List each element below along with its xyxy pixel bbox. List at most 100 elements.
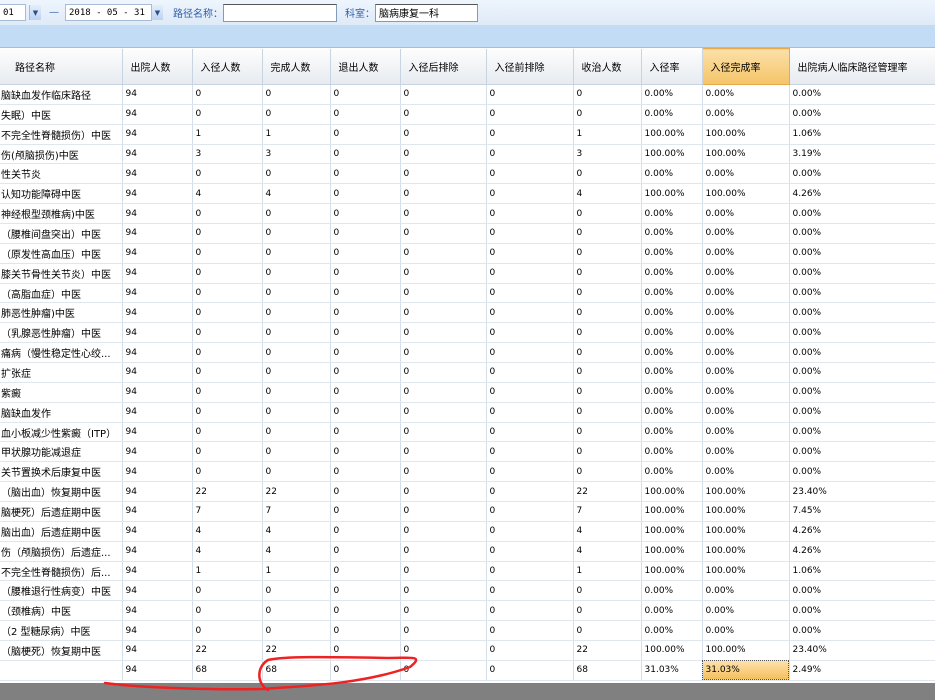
table-row[interactable]: 脑梗死）后遗症期中医 94 7 7 0 0 0 7 100.00% 100.00% 7.45% [0, 501, 935, 522]
table-row[interactable]: 伤（颅脑损伤）后遗症... 94 4 4 0 0 0 4 100.00% 100.00% 4.26% [0, 541, 935, 562]
cell-entry-rate: 0.00% [641, 620, 703, 642]
cell-exited: 0 [330, 104, 401, 125]
cell-path-name: 血小板减少性紫癜（ITP） [0, 422, 123, 443]
table-row[interactable]: 甲状腺功能减退症 94 0 0 0 0 0 0 0.00% 0.00% 0.00% [0, 441, 935, 463]
cell-admitted: 1 [573, 124, 642, 145]
table-row[interactable]: （脑出血）恢复期中医 94 22 22 0 0 0 22 100.00% 100.00% 23.40… [0, 481, 935, 503]
table-row[interactable]: 痛病（慢性稳定性心绞... 94 0 0 0 0 0 0 0.00% 0.00% 0.00% [0, 342, 935, 364]
cell-exited: 0 [330, 422, 401, 443]
cell-entry-rate: 0.00% [641, 243, 703, 264]
table-row[interactable]: 神经根型颈椎病)中医 94 0 0 0 0 0 0 0.00% 0.00% 0.00% [0, 203, 935, 225]
cell-entry-rate: 0.00% [641, 580, 703, 602]
cell-path-name: （原发性高血压）中医 [0, 243, 123, 264]
table-row[interactable]: 认知功能障碍中医 94 4 4 0 0 0 4 100.00% 100.00% 4.26% [0, 183, 935, 205]
cell-completion-rate: 100.00% [702, 183, 790, 205]
column-header-path-name[interactable]: 路径名称 [0, 48, 123, 85]
cell-excluded-before: 0 [486, 580, 574, 602]
table-row[interactable]: （腰椎间盘突出）中医 94 0 0 0 0 0 0 0.00% 0.00% 0.00% [0, 223, 935, 244]
filter-toolbar: 01 ▼ — 2018 - 05 - 31 ▼ 路径名称： 科室： 脑病康复一科 [0, 0, 935, 25]
table-row[interactable]: 不完全性脊髓损伤）后... 94 1 1 0 0 0 1 100.00% 100.00% 1.06% [0, 561, 935, 582]
table-row[interactable]: （高脂血症）中医 94 0 0 0 0 0 0 0.00% 0.00% 0.00% [0, 283, 935, 304]
table-row[interactable]: 膝关节骨性关节炎）中医 94 0 0 0 0 0 0 0.00% 0.00% 0.00% [0, 263, 935, 284]
cell-excluded-after: 0 [400, 580, 487, 602]
cell-path-name: （高脂血症）中医 [0, 283, 123, 304]
table-row[interactable]: 关节置换术后康复中医 94 0 0 0 0 0 0 0.00% 0.00% 0.00% [0, 461, 935, 483]
cell-completed: 0 [262, 600, 331, 622]
table-row[interactable]: （腰椎退行性病变）中医 94 0 0 0 0 0 0 0.00% 0.00% 0.00% [0, 580, 935, 602]
cell-excluded-after: 0 [400, 302, 487, 324]
cell-excluded-after: 0 [400, 501, 487, 522]
table-row[interactable]: 紫癜 94 0 0 0 0 0 0 0.00% 0.00% 0.00% [0, 382, 935, 403]
table-row[interactable]: 失眠）中医 94 0 0 0 0 0 0 0.00% 0.00% 0.00% [0, 104, 935, 125]
table-row[interactable]: 伤(颅脑损伤)中医 94 3 3 0 0 0 3 100.00% 100.00% 3.19% [0, 144, 935, 165]
start-date-field[interactable]: 01 [0, 4, 26, 21]
cell-completion-rate: 0.00% [702, 302, 790, 324]
column-header-entry-rate[interactable]: 入径率 [641, 48, 703, 85]
cell-completion-rate: 0.00% [702, 163, 790, 185]
cell-completion-rate: 0.00% [702, 382, 790, 403]
cell-admitted: 0 [573, 223, 642, 244]
start-date-dropdown-icon[interactable]: ▼ [29, 5, 41, 20]
cell-management-rate: 4.26% [789, 541, 935, 562]
cell-exited: 0 [330, 521, 401, 542]
table-row[interactable]: 脑缺血发作 94 0 0 0 0 0 0 0.00% 0.00% 0.00% [0, 402, 935, 423]
cell-completion-rate: 100.00% [702, 124, 790, 145]
cell-admitted: 0 [573, 402, 642, 423]
table-row[interactable]: （颈椎病）中医 94 0 0 0 0 0 0 0.00% 0.00% 0.00% [0, 600, 935, 622]
column-header-excluded-after[interactable]: 入径后排除 [400, 48, 487, 85]
cell-exited: 0 [330, 124, 401, 145]
column-header-entered[interactable]: 入径人数 [192, 48, 263, 85]
end-date-field[interactable]: 2018 - 05 - 31 [65, 4, 152, 21]
column-header-admitted[interactable]: 收治人数 [573, 48, 642, 85]
cell-exited: 0 [330, 322, 401, 344]
cell-completed: 0 [262, 302, 331, 324]
table-row[interactable]: 脑缺血发作临床路径 94 0 0 0 0 0 0 0.00% 0.00% 0.00% [0, 84, 935, 105]
cell-management-rate: 0.00% [789, 163, 935, 185]
cell-excluded-before: 0 [486, 243, 574, 264]
total-row[interactable]: 94 68 68 0 0 0 68 31.03% 31.03% 2.49% [0, 660, 935, 681]
cell-completion-rate: 100.00% [702, 541, 790, 562]
table-row[interactable]: 肺恶性肿瘤)中医 94 0 0 0 0 0 0 0.00% 0.00% 0.00% [0, 302, 935, 324]
path-name-input[interactable] [223, 3, 337, 22]
cell-entered: 0 [192, 223, 263, 244]
column-header-completed[interactable]: 完成人数 [262, 48, 331, 85]
cell-entry-rate: 0.00% [641, 342, 703, 364]
table-row[interactable]: 脑出血）后遗症期中医 94 4 4 0 0 0 4 100.00% 100.00% 4.26% [0, 521, 935, 542]
table-row[interactable]: 扩张症 94 0 0 0 0 0 0 0.00% 0.00% 0.00% [0, 362, 935, 383]
cell-completion-rate: 100.00% [702, 144, 790, 165]
end-date-dropdown-icon[interactable]: ▼ [151, 5, 163, 20]
cell-exited: 0 [330, 263, 401, 284]
cell-entered: 0 [192, 243, 263, 264]
table-row[interactable]: 不完全性脊髓损伤）中医 94 1 1 0 0 0 1 100.00% 100.00% 1.06% [0, 124, 935, 145]
cell-completed: 0 [262, 422, 331, 443]
cell-excluded-after: 0 [400, 521, 487, 542]
cell-excluded-after: 0 [400, 342, 487, 364]
cell-entered: 4 [192, 183, 263, 205]
table-row[interactable]: 血小板减少性紫癜（ITP） 94 0 0 0 0 0 0 0.00% 0.00% 0.00% [0, 422, 935, 443]
column-header-exited[interactable]: 退出人数 [330, 48, 401, 85]
cell-path-name: 神经根型颈椎病)中医 [0, 203, 123, 225]
cell-excluded-after: 0 [400, 402, 487, 423]
column-header-completion-rate[interactable]: 入径完成率 [701, 48, 790, 85]
dept-input[interactable]: 脑病康复一科 [375, 3, 478, 22]
table-row[interactable]: （乳腺恶性肿瘤）中医 94 0 0 0 0 0 0 0.00% 0.00% 0.00% [0, 322, 935, 344]
cell-completed: 0 [262, 461, 331, 483]
cell-path-name [0, 660, 123, 681]
cell-management-rate: 0.00% [789, 263, 935, 284]
table-row[interactable]: （2 型糖尿病）中医 94 0 0 0 0 0 0 0.00% 0.00% 0.00% [0, 620, 935, 642]
cell-management-rate: 0.00% [789, 203, 935, 225]
cell-discharged: 94 [122, 660, 193, 681]
cell-completed: 1 [262, 124, 331, 145]
table-row[interactable]: （脑梗死）恢复期中医 94 22 22 0 0 0 22 100.00% 100.00% 23.40… [0, 640, 935, 661]
cell-completion-rate: 0.00% [702, 283, 790, 304]
column-header-excluded-before[interactable]: 入径前排除 [486, 48, 574, 85]
cell-path-name: 伤(颅脑损伤)中医 [0, 144, 123, 165]
column-header-management-rate[interactable]: 出院病人临床路径管理率 [789, 48, 935, 85]
cell-completion-rate: 0.00% [702, 461, 790, 483]
cell-excluded-after: 0 [400, 263, 487, 284]
column-header-discharged[interactable]: 出院人数 [122, 48, 193, 85]
table-row[interactable]: （原发性高血压）中医 94 0 0 0 0 0 0 0.00% 0.00% 0.00% [0, 243, 935, 264]
table-row[interactable]: 性关节炎 94 0 0 0 0 0 0 0.00% 0.00% 0.00% [0, 163, 935, 185]
cell-entry-rate: 100.00% [641, 521, 703, 542]
cell-entry-rate: 100.00% [641, 541, 703, 562]
